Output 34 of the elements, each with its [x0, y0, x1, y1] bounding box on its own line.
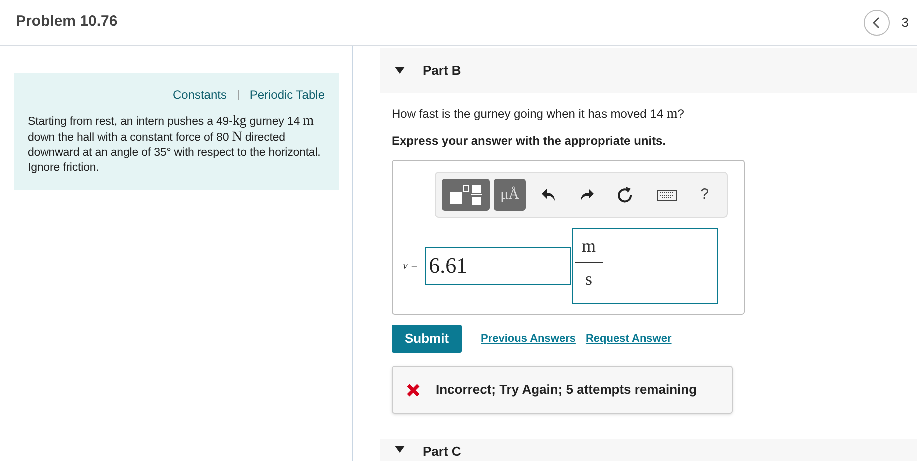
part-header[interactable]: Part C — [380, 439, 917, 461]
part-title: Part C — [423, 443, 462, 461]
variable-label: v = — [403, 258, 418, 274]
redo-icon[interactable] — [580, 189, 594, 201]
part-header[interactable]: Part B — [380, 48, 917, 93]
chevron-left-icon — [872, 16, 881, 28]
request-answer-link[interactable]: Request Answer — [586, 330, 672, 348]
undo-icon[interactable] — [542, 189, 556, 201]
reset-icon[interactable] — [618, 187, 633, 203]
feedback-text: Incorrect; Try Again; 5 attempts remaining — [436, 381, 698, 400]
periodic-table-link[interactable]: Periodic Table — [250, 86, 325, 104]
units-button[interactable]: μÅ — [494, 179, 526, 211]
page-number: 3 — [902, 14, 909, 32]
constants-link[interactable]: Constants — [172, 86, 227, 104]
cross-icon — [407, 384, 420, 396]
submit-button[interactable]: Submit — [392, 325, 462, 353]
problem-text: Starting from rest, an intern pushes a 49-kg gurney 14 m down the hall with a constant force of 80 N directed downward at an angle of 35° with respect to the horizontal. Ignore friction. — [28, 114, 322, 176]
templates-button[interactable] — [442, 179, 490, 211]
link-separator: | — [236, 88, 240, 103]
help-button[interactable]: ? — [700, 184, 709, 206]
caret-icon[interactable] — [395, 67, 405, 74]
fraction-template-icon — [449, 184, 483, 206]
units-field[interactable]: m s — [572, 228, 718, 304]
problem-title: Problem 10.76 — [16, 12, 118, 32]
keyboard-icon[interactable] — [656, 190, 677, 200]
question-text: How fast is the gurney going when it has moved 14 m? — [392, 106, 686, 124]
instruction-text: Express your answer with the appropriate units. — [392, 133, 668, 150]
caret-icon[interactable] — [395, 446, 405, 453]
unit-denominator: s — [586, 268, 593, 290]
answer-field[interactable]: 6.61 — [425, 247, 572, 285]
previous-answers-link[interactable]: Previous Answers — [481, 330, 576, 348]
unit-numerator: m — [582, 235, 596, 257]
back-button[interactable] — [864, 10, 890, 36]
part-title: Part B — [423, 62, 462, 80]
